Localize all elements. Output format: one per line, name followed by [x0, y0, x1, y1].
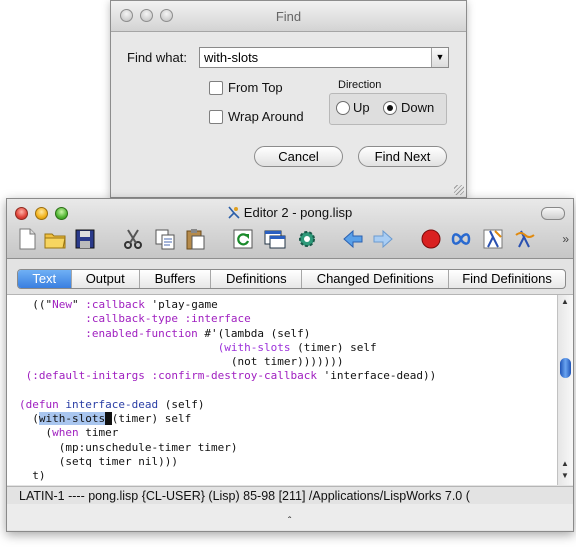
toolbar-toggle-button[interactable]: [541, 207, 565, 220]
code-line-4: (with-slots (timer) self: [217, 340, 377, 354]
direction-label: Direction: [338, 79, 382, 91]
text-cursor: [105, 412, 112, 425]
echo-area-text: ˆ: [288, 516, 292, 527]
code-line-10: (when timer: [19, 426, 119, 440]
stop-icon[interactable]: [419, 227, 443, 251]
direction-group: Up Down: [329, 93, 447, 125]
wrap-around-checkbox[interactable]: [209, 110, 223, 124]
wave-lambda-icon[interactable]: [513, 227, 537, 251]
tab-changed-definitions[interactable]: Changed Definitions: [302, 270, 450, 288]
direction-down-label[interactable]: Down: [401, 100, 434, 115]
mode-line-text: LATIN-1 ---- pong.lisp {CL-USER} (Lisp) …: [19, 489, 470, 503]
direction-up-label[interactable]: Up: [353, 100, 370, 115]
tab-find-definitions[interactable]: Find Definitions: [449, 270, 565, 288]
editor-titlebar[interactable]: Editor 2 - pong.lisp »: [7, 199, 573, 259]
code-line-2: :callback-type :interface: [19, 312, 251, 326]
direction-up-radio[interactable]: [336, 101, 350, 115]
new-file-icon[interactable]: [15, 227, 39, 251]
dropdown-arrow-icon[interactable]: ▼: [431, 48, 448, 67]
editor-window: Editor 2 - pong.lisp » Text Output Buffe…: [6, 198, 574, 532]
resize-grip-icon[interactable]: [454, 185, 464, 195]
code-line-12: (setq timer nil))): [19, 454, 178, 468]
wrap-around-label[interactable]: Wrap Around: [228, 109, 304, 124]
code-line-6: (:default-initargs :confirm-destroy-call…: [25, 369, 437, 383]
lispworks-logo-icon: [228, 206, 240, 219]
mode-line: LATIN-1 ---- pong.lisp {CL-USER} (Lisp) …: [7, 486, 573, 504]
forward-arrow-icon[interactable]: [371, 227, 395, 251]
code-line-1: (("New" :callback 'play-game: [32, 298, 218, 311]
windows-icon[interactable]: [263, 227, 287, 251]
save-icon[interactable]: [73, 227, 97, 251]
direction-down-radio[interactable]: [383, 101, 397, 115]
tab-output[interactable]: Output: [72, 270, 140, 288]
code-editor[interactable]: (("New" :callback 'play-game :callback-t…: [7, 294, 573, 485]
scroll-up-arrow-icon[interactable]: ▲: [561, 459, 569, 468]
code-line-8: (defun interface-dead (self): [19, 397, 205, 411]
tab-buffers[interactable]: Buffers: [140, 270, 212, 288]
code-line-13: t): [19, 469, 46, 482]
code-line-5: (not timer))))))): [19, 355, 344, 368]
find-dialog-titlebar[interactable]: Find: [111, 1, 466, 32]
copy-icon[interactable]: [153, 227, 177, 251]
find-next-button[interactable]: Find Next: [358, 146, 447, 167]
paste-icon[interactable]: [183, 227, 207, 251]
cancel-button[interactable]: Cancel: [254, 146, 343, 167]
open-folder-icon[interactable]: [43, 227, 67, 251]
find-dialog: Find Find what: with-slots ▼ From Top Wr…: [110, 0, 467, 198]
tab-definitions[interactable]: Definitions: [211, 270, 303, 288]
from-top-checkbox[interactable]: [209, 81, 223, 95]
vertical-scrollbar[interactable]: ▲ ▲ ▼: [557, 295, 573, 485]
find-what-input[interactable]: with-slots: [204, 50, 258, 65]
back-arrow-icon[interactable]: [341, 227, 365, 251]
from-top-label[interactable]: From Top: [228, 80, 283, 95]
lambda-icon[interactable]: [481, 227, 505, 251]
refresh-icon[interactable]: [231, 227, 255, 251]
scroll-up-arrow-icon[interactable]: ▲: [561, 297, 569, 306]
editor-tab-bar: Text Output Buffers Definitions Changed …: [17, 269, 566, 289]
echo-area[interactable]: ˆ: [7, 504, 573, 530]
toolbar-overflow-icon[interactable]: »: [562, 232, 569, 246]
find-what-label: Find what:: [127, 50, 187, 65]
scrollbar-thumb[interactable]: [560, 358, 571, 378]
search-match-highlight: with-slots: [38, 412, 106, 425]
infinity-icon[interactable]: [449, 227, 473, 251]
find-what-combobox[interactable]: with-slots ▼: [199, 47, 449, 68]
cut-icon[interactable]: [121, 227, 145, 251]
gear-icon[interactable]: [295, 227, 319, 251]
code-line-9: (with-slots (timer) self: [19, 412, 192, 425]
code-line-11: (mp:unschedule-timer timer): [19, 440, 238, 454]
scroll-down-arrow-icon[interactable]: ▼: [561, 471, 569, 480]
editor-title-text: Editor 2 - pong.lisp: [243, 205, 353, 220]
code-line-3: :enabled-function #'(lambda (self): [19, 326, 311, 340]
code-text[interactable]: (("New" :callback 'play-game :callback-t…: [7, 295, 557, 483]
editor-title: Editor 2 - pong.lisp: [7, 205, 573, 220]
find-dialog-title: Find: [275, 9, 302, 24]
tab-text[interactable]: Text: [18, 270, 72, 288]
